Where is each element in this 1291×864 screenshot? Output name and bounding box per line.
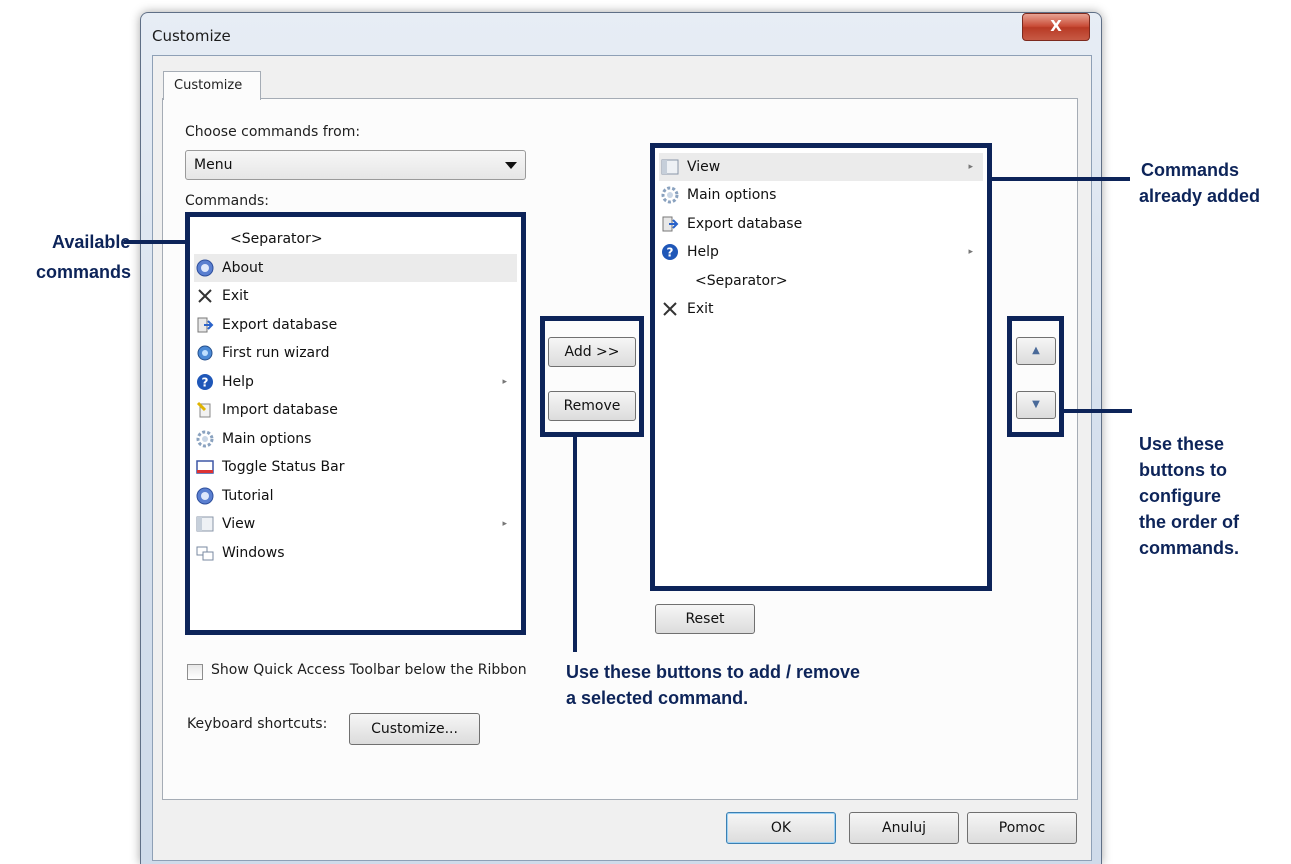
list-item[interactable]: Main options xyxy=(659,181,983,209)
remove-button[interactable]: Remove xyxy=(548,391,636,421)
annotation-order-4: the order of xyxy=(1139,512,1240,532)
view-icon xyxy=(661,159,679,175)
list-item-label: Import database xyxy=(222,402,338,418)
list-item[interactable]: <Separator> xyxy=(194,225,517,253)
list-item[interactable]: Toggle Status Bar xyxy=(194,453,517,481)
exit-icon xyxy=(663,302,677,316)
added-commands-list[interactable]: View ▸ Main options Export database ? He… xyxy=(650,143,992,591)
tutorial-icon xyxy=(196,487,214,505)
list-item-label: First run wizard xyxy=(222,345,330,361)
list-item-label: Help xyxy=(687,244,719,260)
annotation-order-1: Use these xyxy=(1139,434,1225,454)
move-up-button[interactable]: ▲ xyxy=(1016,337,1056,365)
dropdown-value: Menu xyxy=(194,157,233,173)
list-item[interactable]: Windows xyxy=(194,539,517,567)
help-icon: ? xyxy=(662,244,678,260)
ok-button[interactable]: OK xyxy=(726,812,836,844)
view-icon xyxy=(196,516,214,532)
list-item[interactable]: First run wizard xyxy=(194,339,517,367)
list-item-label: Export database xyxy=(222,317,338,333)
add-button[interactable]: Add >> xyxy=(548,337,636,367)
annotation-addremove-1: Use these buttons to add / remove xyxy=(566,662,861,682)
list-item[interactable]: Export database xyxy=(659,210,983,238)
submenu-arrow-icon: ▸ xyxy=(502,519,507,529)
about-icon xyxy=(196,259,214,277)
annotation-line-addremove xyxy=(573,434,577,652)
annotation-added-1: Commands xyxy=(1141,160,1240,180)
list-item-label: Toggle Status Bar xyxy=(222,459,345,475)
list-item-label: View xyxy=(687,159,721,175)
list-item-label: Export database xyxy=(687,216,803,232)
gear-icon xyxy=(661,186,679,204)
export-icon xyxy=(662,216,679,232)
show-qat-label: Show Quick Access Toolbar below the Ribb… xyxy=(211,662,527,678)
annotation-order-3: configure xyxy=(1139,486,1222,506)
list-item-label: Main options xyxy=(687,187,777,203)
list-item-label: <Separator> xyxy=(695,273,788,289)
list-item-label: About xyxy=(222,260,264,276)
commands-label: Commands: xyxy=(185,193,269,209)
commands-source-dropdown[interactable]: Menu xyxy=(185,150,526,180)
choose-commands-label: Choose commands from: xyxy=(185,124,361,140)
annotation-line-order xyxy=(1062,409,1132,413)
annotation-line-added xyxy=(990,177,1130,181)
help-icon: ? xyxy=(197,374,213,390)
list-item[interactable]: Exit xyxy=(194,282,517,310)
import-icon xyxy=(196,401,211,418)
customize-shortcuts-button[interactable]: Customize... xyxy=(349,713,480,745)
submenu-arrow-icon: ▸ xyxy=(968,162,973,172)
list-item-label: Windows xyxy=(222,545,285,561)
list-item[interactable]: View ▸ xyxy=(194,510,517,538)
submenu-arrow-icon: ▸ xyxy=(968,247,973,257)
windows-icon xyxy=(196,546,214,561)
list-item-label: View xyxy=(222,516,256,532)
show-qat-checkbox[interactable] xyxy=(187,664,203,680)
list-item-label: <Separator> xyxy=(230,231,323,247)
submenu-arrow-icon: ▸ xyxy=(502,377,507,387)
list-item-label: Main options xyxy=(222,431,312,447)
annotation-available-2: commands xyxy=(36,262,132,282)
gear-icon xyxy=(196,430,214,448)
move-down-button[interactable]: ▼ xyxy=(1016,391,1056,419)
wizard-icon xyxy=(197,345,213,361)
list-item[interactable]: ? Help ▸ xyxy=(194,368,517,396)
list-item[interactable]: Import database xyxy=(194,396,517,424)
annotation-addremove-2: a selected command. xyxy=(566,688,749,708)
close-button[interactable]: X xyxy=(1022,13,1090,41)
export-icon xyxy=(197,317,214,333)
cancel-button[interactable]: Anuluj xyxy=(849,812,959,844)
statusbar-icon xyxy=(196,460,214,474)
list-item-label: Exit xyxy=(222,288,249,304)
list-item[interactable]: ? Help ▸ xyxy=(659,238,983,266)
tab-customize[interactable]: Customize xyxy=(163,71,261,100)
list-item-label: Exit xyxy=(687,301,714,317)
svg-text:?: ? xyxy=(202,376,209,390)
window-title: Customize xyxy=(152,27,231,45)
list-item[interactable]: Export database xyxy=(194,311,517,339)
available-commands-list[interactable]: <Separator> About Exit Export database F… xyxy=(185,212,526,635)
list-item[interactable]: Main options xyxy=(194,425,517,453)
annotation-order-2: buttons to xyxy=(1139,460,1227,480)
dropdown-arrow-icon[interactable] xyxy=(505,162,517,169)
annotation-available-1: Available xyxy=(52,232,131,252)
list-item[interactable]: View ▸ xyxy=(659,153,983,181)
list-item-label: Tutorial xyxy=(222,488,274,504)
annotation-added-2: already added xyxy=(1139,186,1261,206)
list-item-label: Help xyxy=(222,374,254,390)
reset-button[interactable]: Reset xyxy=(655,604,755,634)
keyboard-shortcuts-label: Keyboard shortcuts: xyxy=(187,716,328,732)
list-item[interactable]: <Separator> xyxy=(659,267,983,295)
annotation-line-available xyxy=(124,240,188,244)
list-item[interactable]: About xyxy=(194,254,517,282)
svg-text:?: ? xyxy=(667,246,674,260)
list-item[interactable]: Tutorial xyxy=(194,482,517,510)
exit-icon xyxy=(198,289,212,303)
list-item[interactable]: Exit xyxy=(659,295,983,323)
annotation-order-5: commands. xyxy=(1139,538,1240,558)
help-button[interactable]: Pomoc xyxy=(967,812,1077,844)
